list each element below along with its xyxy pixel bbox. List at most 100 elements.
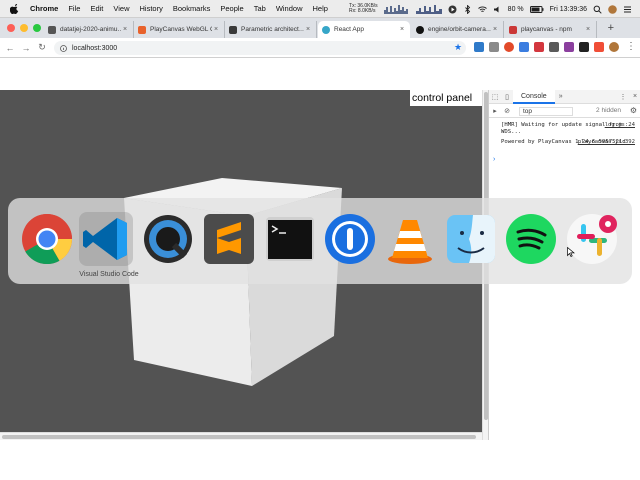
extension-icon[interactable] — [519, 42, 529, 52]
context-selector[interactable]: top — [519, 106, 573, 116]
console-toolbar: ▸ ⊘ top 2 hidden ⚙ — [489, 105, 640, 118]
extension-icon[interactable] — [534, 42, 544, 52]
vlc-icon[interactable] — [383, 212, 437, 266]
cpu-graph-icon[interactable] — [383, 4, 410, 14]
tab-favicon-icon — [322, 25, 330, 34]
tab-close-icon[interactable]: × — [212, 26, 220, 33]
extension-icon[interactable] — [564, 42, 574, 52]
network-stats[interactable]: Tx: 36.0KB/s Rx: 8.0KB/s — [349, 4, 378, 14]
show-sidebar-icon[interactable]: ▸ — [489, 104, 501, 118]
status-area: Tx: 36.0KB/s Rx: 8.0KB/s 80 % Fri 13:39:… — [349, 0, 632, 18]
memory-graph-icon[interactable] — [415, 4, 442, 14]
menu-bookmarks[interactable]: Bookmarks — [173, 4, 211, 13]
reload-icon[interactable]: ↻ — [36, 42, 48, 53]
extension-icon[interactable] — [594, 42, 604, 52]
menu-view[interactable]: View — [113, 4, 129, 13]
back-arrow-icon[interactable]: ← — [4, 43, 16, 53]
more-menu-icon[interactable]: ⋮ — [626, 41, 636, 52]
log-source-link[interactable]: playcanvas.js:392 — [578, 139, 635, 146]
tab-close-icon[interactable]: × — [398, 26, 406, 33]
tab-close-icon[interactable]: × — [121, 26, 129, 33]
console-log-entry: Powered by PlayCanvas 1.24.6 5957521d pl… — [489, 139, 640, 146]
menu-window[interactable]: Window — [276, 4, 303, 13]
user-avatar-icon[interactable] — [608, 4, 617, 14]
notification-center-icon[interactable] — [623, 5, 632, 14]
bluetooth-icon[interactable] — [463, 4, 472, 14]
tab-parametric[interactable]: Parametric architect… × — [225, 21, 317, 38]
tab-datatjej[interactable]: datatjej-2020-animu… × — [44, 21, 134, 38]
finder-icon[interactable] — [444, 212, 498, 266]
scrollbar-thumb[interactable] — [2, 435, 476, 439]
spotify-icon[interactable] — [504, 212, 558, 266]
menu-file[interactable]: File — [68, 4, 80, 13]
menu-help[interactable]: Help — [313, 4, 328, 13]
quicktime-icon[interactable] — [141, 212, 195, 266]
tab-title: Parametric architect… — [241, 26, 304, 33]
tab-favicon-icon — [138, 25, 146, 34]
tab-close-icon[interactable]: × — [304, 26, 312, 33]
terminal-icon[interactable] — [263, 212, 317, 266]
screen: Chrome File Edit View History Bookmarks … — [0, 0, 640, 480]
menu-tab[interactable]: Tab — [254, 4, 266, 13]
zoom-window-button[interactable] — [33, 24, 41, 32]
onepassword-icon[interactable] — [323, 212, 377, 266]
log-source-link[interactable]: log.js:24 — [605, 122, 635, 129]
wifi-icon[interactable] — [477, 5, 487, 14]
tab-playcanvas-webgl[interactable]: PlayCanvas WebGL G… × — [134, 21, 225, 38]
menu-edit[interactable]: Edit — [90, 4, 103, 13]
console-prompt[interactable]: › — [493, 156, 495, 163]
extension-icon[interactable] — [489, 42, 499, 52]
menu-history[interactable]: History — [140, 4, 163, 13]
devtools-tabbar: ⬚ ▯ Console » ⋮ × — [489, 89, 640, 104]
battery-icon[interactable] — [529, 5, 544, 13]
forward-arrow-icon[interactable]: → — [20, 43, 32, 53]
sublime-icon[interactable] — [202, 212, 256, 266]
console-log-entry: [HMR] Waiting for update signal from WDS… — [489, 122, 640, 136]
tab-console[interactable]: Console — [513, 89, 555, 104]
url-text: localhost:3000 — [72, 44, 118, 52]
close-window-button[interactable] — [7, 24, 15, 32]
clear-console-icon[interactable]: ⊘ — [501, 104, 513, 118]
tab-close-icon[interactable]: × — [584, 26, 592, 33]
slack-icon[interactable] — [565, 212, 619, 266]
bookmark-star-icon[interactable]: ★ — [454, 42, 462, 53]
new-tab-button[interactable]: + — [608, 22, 614, 34]
github-icon — [416, 25, 424, 34]
inspect-element-icon[interactable]: ⬚ — [489, 90, 501, 104]
page-info-icon[interactable] — [60, 44, 67, 52]
device-toolbar-icon[interactable]: ▯ — [501, 90, 513, 104]
horizontal-scrollbar[interactable] — [0, 432, 482, 440]
play-status-icon[interactable] — [448, 5, 457, 14]
tab-close-icon[interactable]: × — [491, 26, 499, 33]
menu-bar: Chrome File Edit View History Bookmarks … — [0, 0, 640, 18]
extension-icon[interactable] — [579, 42, 589, 52]
address-bar[interactable]: localhost:3000 — [54, 41, 466, 55]
menu-app-name[interactable]: Chrome — [30, 4, 58, 13]
tab-title: playcanvas - npm — [521, 26, 572, 33]
profile-avatar-icon[interactable] — [609, 42, 619, 52]
tab-title: engine/orbit-camera… — [428, 26, 491, 33]
tab-playcanvas-npm[interactable]: playcanvas - npm × — [505, 21, 597, 38]
tab-orbit-camera[interactable]: engine/orbit-camera… × — [412, 21, 504, 38]
devtools-menu-icon[interactable]: ⋮ — [617, 90, 629, 104]
minimize-window-button[interactable] — [20, 24, 28, 32]
page-top-area — [0, 58, 488, 90]
more-tabs-icon[interactable]: » — [555, 90, 567, 104]
tab-favicon-icon — [229, 25, 237, 34]
extension-icon[interactable] — [549, 42, 559, 52]
tab-react-app[interactable]: React App × — [318, 21, 410, 38]
extension-icon[interactable] — [474, 42, 484, 52]
spotlight-search-icon[interactable] — [593, 5, 602, 14]
control-panel-label[interactable]: control panel — [410, 90, 482, 106]
apple-icon[interactable] — [10, 3, 20, 14]
volume-icon[interactable] — [493, 5, 502, 14]
battery-percent[interactable]: 80 % — [508, 6, 524, 13]
clock[interactable]: Fri 13:39:36 — [550, 6, 587, 13]
extension-icon[interactable] — [504, 42, 514, 52]
console-settings-icon[interactable]: ⚙ — [630, 106, 637, 115]
chrome-icon[interactable] — [20, 212, 74, 266]
menu-people[interactable]: People — [220, 4, 243, 13]
selected-app-label: Visual Studio Code — [79, 271, 139, 278]
vscode-icon[interactable] — [79, 212, 133, 266]
devtools-close-icon[interactable]: × — [629, 90, 640, 104]
